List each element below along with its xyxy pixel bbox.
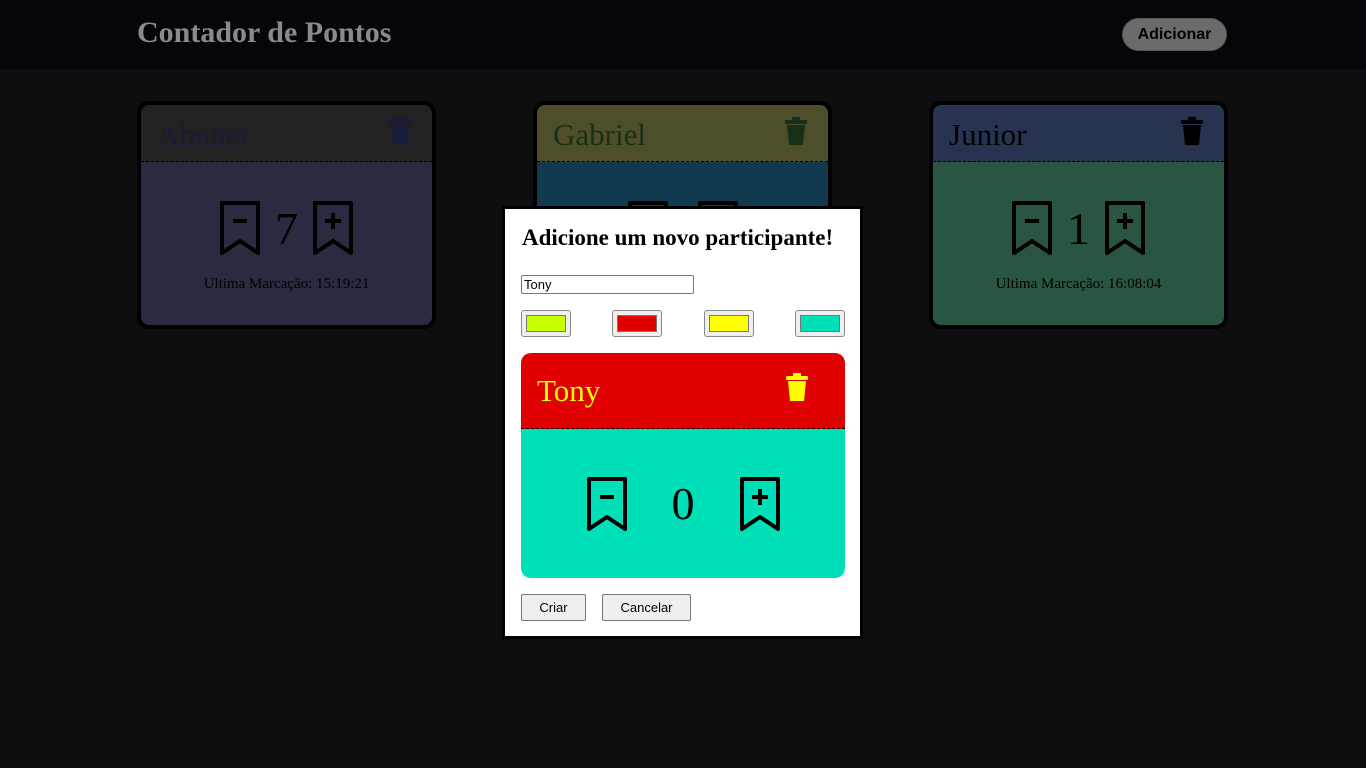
color-swatch-lime[interactable] xyxy=(521,310,571,337)
cancel-button[interactable]: Cancelar xyxy=(602,594,691,621)
participant-name: Abnner xyxy=(157,117,250,152)
modal-title: Adicione um novo participante! xyxy=(522,225,834,250)
participant-score: 7 xyxy=(275,202,298,254)
trash-icon[interactable] xyxy=(784,117,808,145)
create-button[interactable]: Criar xyxy=(521,594,586,621)
app-header: Contador de Pontos Adicionar xyxy=(0,0,1366,69)
preview-score: 0 xyxy=(671,478,695,529)
bookmark-plus-icon[interactable] xyxy=(312,200,354,256)
participant-name: Junior xyxy=(949,117,1027,152)
participant-score: 1 xyxy=(1067,202,1090,254)
trash-icon[interactable] xyxy=(388,117,412,145)
new-participant-modal: Adicione um novo participante! Tony 0 Cr… xyxy=(502,206,863,639)
last-mark-time: Ultima Marcação: 16:08:04 xyxy=(995,276,1162,292)
bookmark-minus-icon[interactable] xyxy=(586,476,628,532)
preview-card: Tony 0 xyxy=(521,353,845,578)
name-input[interactable] xyxy=(521,275,694,294)
bookmark-plus-icon[interactable] xyxy=(1104,200,1146,256)
preview-name: Tony xyxy=(537,373,601,408)
page-title: Contador de Pontos xyxy=(137,16,392,49)
participant-name: Gabriel xyxy=(553,117,646,152)
last-mark-time: Ultima Marcação: 15:19:21 xyxy=(203,276,370,292)
color-swatch-red[interactable] xyxy=(612,310,662,337)
participant-card: Junior 1 Ultima Marcação: 16:08:04 xyxy=(929,101,1228,329)
bookmark-minus-icon[interactable] xyxy=(1011,200,1053,256)
add-button[interactable]: Adicionar xyxy=(1122,18,1227,51)
trash-icon[interactable] xyxy=(785,373,809,401)
bookmark-plus-icon[interactable] xyxy=(739,476,781,532)
color-swatch-teal[interactable] xyxy=(795,310,845,337)
trash-icon[interactable] xyxy=(1180,117,1204,145)
bookmark-minus-icon[interactable] xyxy=(219,200,261,256)
color-swatch-yellow[interactable] xyxy=(704,310,754,337)
participant-card: Abnner 7 Ultima Marcação: 15:19:21 xyxy=(137,101,436,329)
